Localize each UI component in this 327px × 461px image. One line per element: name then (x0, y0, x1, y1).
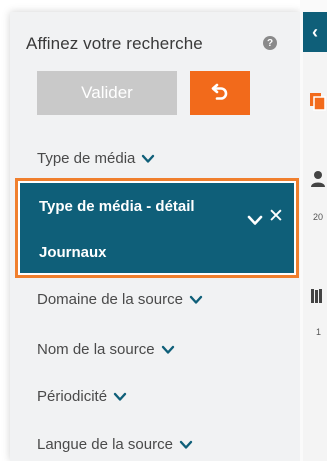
collapse-panel-button[interactable]: ‹ (303, 12, 327, 52)
user-icon (310, 170, 326, 193)
filter-label: Périodicité (37, 388, 108, 405)
filter-periodicity[interactable]: Périodicité (37, 388, 127, 405)
selected-filter-value: Journaux (39, 244, 107, 261)
filter-source-domain[interactable]: Domaine de la source (37, 291, 203, 308)
chevron-down-icon (141, 154, 155, 164)
filter-label: Langue de la source (37, 436, 173, 453)
filter-source-language[interactable]: Langue de la source (37, 436, 193, 453)
selected-filter-title: Type de média - détail (39, 198, 195, 215)
chevron-down-icon (113, 392, 127, 402)
chevron-down-icon[interactable] (247, 213, 263, 231)
filter-source-name[interactable]: Nom de la source (37, 341, 175, 358)
chevron-down-icon (189, 295, 203, 305)
filter-label: Domaine de la source (37, 291, 183, 308)
reset-button[interactable] (190, 71, 250, 115)
panel-heading: Affinez votre recherche (26, 34, 203, 53)
chevron-down-icon (161, 345, 175, 355)
copy-icon[interactable] (309, 92, 327, 117)
result-count-text: 20 (313, 212, 324, 222)
undo-icon (210, 81, 230, 106)
validate-button[interactable]: Valider (37, 71, 177, 115)
filter-media-type-detail[interactable]: Type de média - détail Journaux ✕ (15, 178, 299, 278)
result-count-text-2: 1 (316, 327, 322, 337)
help-icon[interactable]: ? (263, 36, 277, 50)
close-icon[interactable]: ✕ (268, 205, 284, 228)
filter-label: Type de média (37, 150, 136, 167)
selected-filter-box: Type de média - détail Journaux ✕ (20, 183, 294, 273)
filter-media-type[interactable]: Type de média (37, 150, 155, 167)
chevron-down-icon (179, 440, 193, 450)
book-icon (310, 288, 324, 309)
filter-label: Nom de la source (37, 341, 155, 358)
